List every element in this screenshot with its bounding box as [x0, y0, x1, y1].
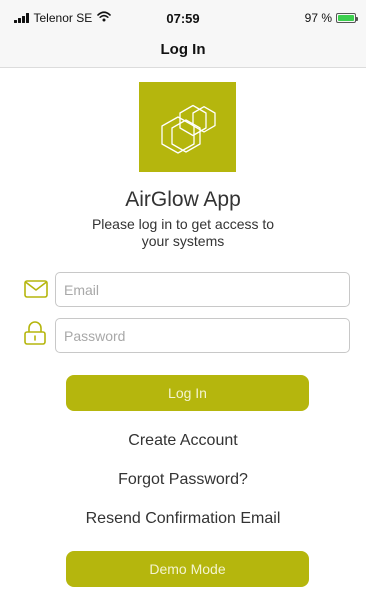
page-title: Log In	[160, 41, 206, 58]
create-account-link[interactable]: Create Account	[0, 432, 366, 450]
battery-fill	[338, 15, 354, 21]
lock-icon	[24, 321, 46, 350]
app-logo	[139, 82, 236, 172]
password-input[interactable]	[55, 318, 350, 353]
status-right: 97 %	[304, 11, 358, 25]
resend-confirmation-link[interactable]: Resend Confirmation Email	[0, 510, 366, 528]
email-input[interactable]	[55, 272, 350, 307]
status-bar: Telenor SE 07:59 97 %	[0, 0, 366, 34]
app-name: AirGlow App	[125, 188, 241, 211]
envelope-icon	[24, 280, 48, 303]
navigation-bar: Log In	[0, 34, 366, 68]
hexagon-cluster-logo	[161, 104, 216, 154]
login-button[interactable]: Log In	[66, 375, 309, 411]
demo-mode-button[interactable]: Demo Mode	[66, 551, 309, 587]
battery-icon	[336, 13, 358, 23]
login-subtitle: Please log in to get access to your syst…	[91, 216, 275, 249]
battery-percentage: 97 %	[304, 11, 332, 25]
forgot-password-link[interactable]: Forgot Password?	[0, 471, 366, 489]
